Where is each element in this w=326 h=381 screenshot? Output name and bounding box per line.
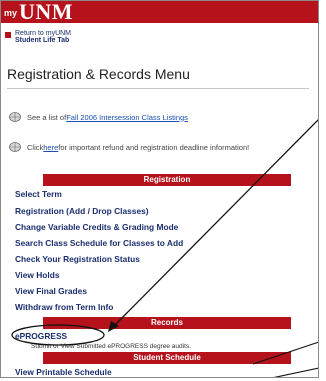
menu-link-final-grades[interactable]: View Final Grades <box>15 286 87 296</box>
return-arrow-icon <box>5 32 11 38</box>
menu-link-printable-schedule[interactable]: View Printable Schedule <box>15 367 112 377</box>
annotation-line-3 <box>273 367 318 377</box>
menu-link-select-term[interactable]: Select Term <box>15 189 62 199</box>
title-divider <box>7 88 309 89</box>
menu-link-add-drop[interactable]: Registration (Add / Drop Classes) <box>15 206 149 216</box>
menu-link-eprogress[interactable]: ePROGRESS <box>15 331 67 341</box>
menu-link-withdraw[interactable]: Withdraw from Term Info <box>15 302 113 312</box>
intersession-listings-link[interactable]: Fall 2006 Intersession Class Listings <box>66 113 188 122</box>
page-title: Registration & Records Menu <box>7 66 190 82</box>
return-to-myunm-link[interactable]: Return to myUNM Student Life Tab <box>5 30 71 44</box>
menu-link-variable-credits[interactable]: Change Variable Credits & Grading Mode <box>15 222 178 232</box>
student-schedule-header: Student Schedule <box>43 352 291 364</box>
eprogress-note: Submit or View Submitted ePROGRESS degre… <box>31 343 191 350</box>
browser-frame: my UNM Return to myUNM Student Life Tab … <box>0 0 319 378</box>
registration-header: Registration <box>43 174 291 186</box>
brand-prefix: my <box>4 8 18 18</box>
unm-logo[interactable]: UNM <box>19 1 73 23</box>
unm-header-bar: my UNM <box>1 1 318 23</box>
menu-link-view-holds[interactable]: View Holds <box>15 270 60 280</box>
menu-link-registration-status[interactable]: Check Your Registration Status <box>15 254 140 264</box>
records-header: Records <box>43 317 291 329</box>
refund-info-line: Click here for important refund and regi… <box>9 142 249 152</box>
menu-link-search-classes[interactable]: Search Class Schedule for Classes to Add <box>15 238 183 248</box>
globe-icon <box>9 112 21 122</box>
return-link-line1[interactable]: Return to myUNM <box>15 30 71 37</box>
return-link-line2[interactable]: Student Life Tab <box>15 37 71 44</box>
intersession-info-line: See a list of Fall 2006 Intersession Cla… <box>9 112 188 122</box>
globe-icon <box>9 142 21 152</box>
refund-deadline-link[interactable]: here <box>43 143 58 152</box>
